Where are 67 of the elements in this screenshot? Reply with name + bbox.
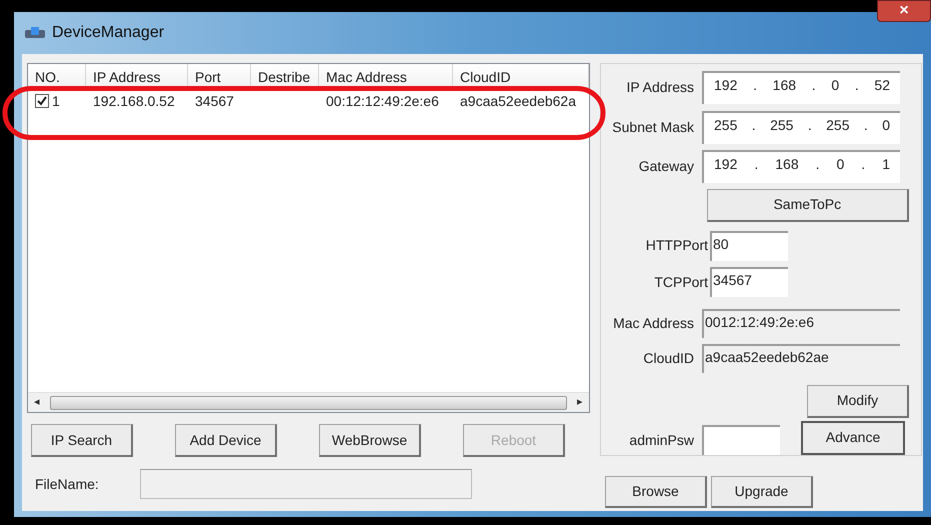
ip-address-field[interactable]: 255 . 255 . 255 . 0 [702, 110, 900, 144]
column-header[interactable]: Destribe [251, 64, 319, 87]
row-checkbox[interactable] [35, 94, 49, 108]
column-header[interactable]: IP Address [86, 64, 188, 87]
octet-separator: . [753, 76, 757, 96]
scrollbar-thumb[interactable] [50, 396, 567, 410]
ip-address-field[interactable]: 192 . 168 . 0 . 1 [702, 150, 900, 184]
octet-separator: . [816, 155, 820, 174]
octet-value: 255 [826, 116, 850, 135]
scroll-right-button[interactable]: ▸ [571, 394, 589, 411]
octet-separator: . [864, 116, 868, 135]
column-header[interactable]: NO. [28, 64, 86, 87]
field-label: Mac Address [612, 314, 695, 334]
table-cell-text: 192.168.0.52 [93, 92, 175, 110]
field-label: CloudID [642, 349, 695, 368]
field-label: HTTPPort [644, 236, 709, 256]
close-button[interactable]: × [877, 0, 931, 22]
octet-value: 168 [775, 155, 799, 174]
field-label: Gateway [638, 157, 695, 176]
field-label: Subnet Mask [611, 118, 695, 137]
octet-separator: . [752, 116, 756, 135]
field-label: adminPsw [628, 430, 695, 450]
octet-value: 0 [831, 76, 840, 96]
table-cell-text: 34567 [195, 92, 234, 110]
ip-address-field[interactable]: 192 . 168 . 0 . 52 [702, 71, 900, 104]
octet-value: 0 [836, 155, 844, 174]
column-header[interactable]: Mac Address [319, 64, 453, 87]
octet-value: 192 [714, 76, 738, 96]
table-cell-text: 00:12:12:49:2e:e6 [326, 92, 439, 110]
octet-value: 255 [714, 116, 738, 135]
octet-value: 0 [882, 116, 890, 135]
window-title: DeviceManager [52, 23, 164, 43]
readonly-field[interactable]: 0012:12:49:2e:e6 [702, 309, 900, 338]
filename-field[interactable] [140, 469, 472, 499]
action-button[interactable]: IP Search [31, 424, 133, 457]
readonly-field[interactable]: a9caa52eedeb62ae [702, 344, 900, 374]
table-cell-text: 1 [52, 92, 60, 110]
octet-separator: . [754, 155, 758, 174]
octet-separator: . [808, 116, 812, 135]
column-header[interactable]: Port [188, 64, 251, 87]
octet-separator: . [861, 155, 866, 174]
filename-label: FileName: [35, 474, 100, 494]
field-label: TCPPort [653, 272, 709, 292]
checkmark-icon [37, 96, 47, 106]
table-cell-text: a9caa52eedeb62a [460, 92, 576, 110]
same-to-pc-button[interactable]: SameToPc [706, 188, 909, 222]
footer-button[interactable]: Browse [605, 476, 707, 508]
octet-value: 255 [770, 116, 794, 135]
octet-value: 192 [714, 155, 738, 174]
action-button[interactable]: Add Device [175, 424, 277, 457]
port-field[interactable]: 34567 [710, 267, 788, 298]
advance-button[interactable]: Advance [801, 420, 905, 455]
octet-separator: . [854, 76, 859, 96]
footer-button[interactable]: Upgrade [711, 476, 813, 508]
action-button[interactable]: WebBrowse [319, 424, 421, 457]
port-field[interactable]: 80 [710, 230, 788, 261]
horizontal-scrollbar[interactable]: ◂ ▸ [28, 392, 589, 412]
octet-value: 1 [882, 155, 890, 174]
octet-value: 52 [874, 76, 890, 96]
network-device-icon [24, 26, 46, 40]
octet-value: 168 [772, 76, 796, 96]
scroll-left-button[interactable]: ◂ [28, 394, 46, 411]
field-label: IP Address [626, 78, 695, 98]
octet-separator: . [812, 76, 816, 96]
modify-button[interactable]: Modify [806, 384, 909, 418]
password-field[interactable] [702, 424, 780, 455]
column-header[interactable]: CloudID [453, 64, 589, 87]
